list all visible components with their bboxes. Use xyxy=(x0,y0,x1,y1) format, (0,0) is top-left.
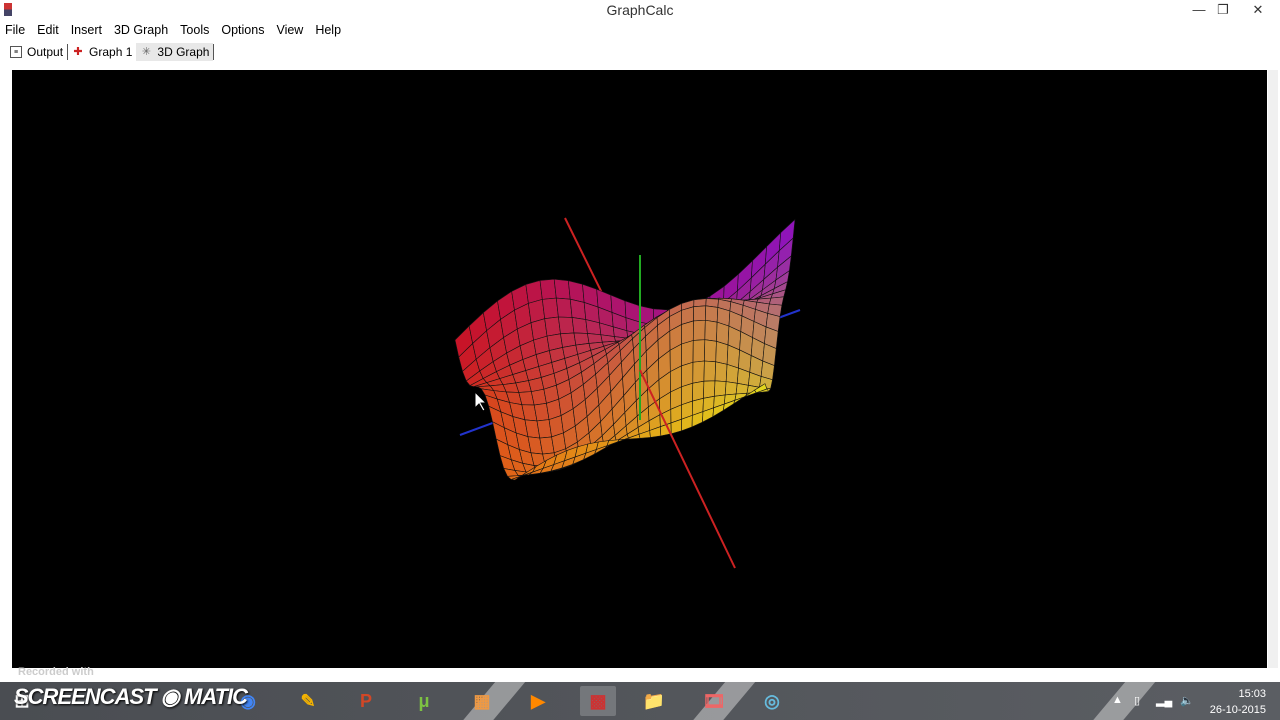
mouse-cursor-icon xyxy=(474,390,488,412)
tab-3d-graph[interactable]: ✳ 3D Graph xyxy=(136,43,214,61)
menu-bar: File Edit Insert 3D Graph Tools Options … xyxy=(0,20,348,40)
surface-cell xyxy=(703,380,716,399)
file-explorer-icon[interactable]: 📁 xyxy=(636,686,672,716)
tab-bar: ≡ Output ✚ Graph 1 ✳ 3D Graph xyxy=(6,42,215,62)
screencast-o-matic-logo: SCREENCAST ◉ MATIC xyxy=(14,684,248,709)
menu-tools[interactable]: Tools xyxy=(175,20,216,40)
surface-cell xyxy=(715,340,729,365)
show-hidden-icons[interactable]: ▲ xyxy=(1112,694,1123,706)
vertical-scrollbar[interactable] xyxy=(1268,70,1278,668)
movie-maker-icon[interactable]: 🎞 xyxy=(696,686,732,716)
clock-date: 26-10-2015 xyxy=(1209,704,1266,716)
menu-file[interactable]: File xyxy=(0,20,32,40)
surface-cell xyxy=(692,339,706,363)
menu-options[interactable]: Options xyxy=(216,20,271,40)
output-icon: ≡ xyxy=(10,46,22,58)
surface-cell xyxy=(705,305,719,323)
title-bar: GraphCalc — ❐ ✕ xyxy=(0,0,1280,20)
surface-cell xyxy=(681,320,694,345)
battery-icon[interactable]: ▯ xyxy=(1134,694,1140,707)
surface-cell xyxy=(606,439,620,447)
surface-cell xyxy=(542,297,559,320)
restore-button[interactable]: ❐ xyxy=(1210,0,1236,20)
surface-cell xyxy=(558,316,575,335)
volume-icon[interactable]: 🔈 xyxy=(1180,694,1194,707)
tab-output[interactable]: ≡ Output xyxy=(6,43,67,61)
3d-surface-plot[interactable] xyxy=(12,70,1267,668)
surface-cell xyxy=(553,278,571,300)
clock-time: 15:03 xyxy=(1238,688,1266,700)
surface-cell xyxy=(714,361,728,382)
menu-help[interactable]: Help xyxy=(310,20,348,40)
surface-cell xyxy=(539,278,557,300)
network-icon[interactable]: ▂▄ xyxy=(1156,694,1172,707)
surface-cell xyxy=(725,363,739,384)
app-icon xyxy=(4,3,12,16)
surface-cell xyxy=(571,317,588,334)
menu-insert[interactable]: Insert xyxy=(66,20,109,40)
surface-cell xyxy=(704,319,718,342)
surface-cell xyxy=(692,319,706,341)
tab-label: Output xyxy=(27,45,64,59)
surface-cell xyxy=(544,316,561,337)
surface-cell xyxy=(555,297,573,318)
utorrent-icon[interactable]: μ xyxy=(406,686,442,716)
surface-cell xyxy=(716,321,730,346)
surface-cell xyxy=(703,360,717,382)
3d-graph-icon: ✳ xyxy=(141,46,151,58)
window-title: GraphCalc xyxy=(606,2,674,18)
circle-app-icon[interactable]: ◎ xyxy=(754,686,790,716)
menu-view[interactable]: View xyxy=(271,20,310,40)
surface-cell xyxy=(681,340,694,367)
surface-cell xyxy=(692,380,705,402)
minimize-button[interactable]: — xyxy=(1186,0,1212,20)
surface-cell xyxy=(681,361,694,388)
surface-cell xyxy=(693,298,707,308)
graphcalc-taskbar-icon[interactable]: ▩ xyxy=(580,686,616,716)
recorded-with-label: Recorded with xyxy=(18,666,94,678)
surface-cell xyxy=(704,339,717,363)
menu-edit[interactable]: Edit xyxy=(32,20,66,40)
surface-cell xyxy=(692,360,705,384)
surface-cell xyxy=(724,381,738,396)
divider xyxy=(213,44,215,60)
menu-3d-graph[interactable]: 3D Graph xyxy=(109,20,175,40)
surface-cell xyxy=(735,382,749,395)
close-button[interactable]: ✕ xyxy=(1238,0,1278,20)
system-clock[interactable]: 15:03 26-10-2015 xyxy=(1210,686,1266,718)
3d-graph-canvas[interactable] xyxy=(12,70,1267,668)
sketch-app-icon[interactable]: ✎ xyxy=(290,686,326,716)
surface-cell xyxy=(693,305,707,322)
tab-graph-1[interactable]: ✚ Graph 1 xyxy=(68,43,136,61)
surface-cell xyxy=(714,380,727,397)
apps-grid-icon[interactable]: ▦ xyxy=(464,686,500,716)
graph-icon: ✚ xyxy=(73,46,83,58)
powerpoint-icon[interactable]: P xyxy=(348,686,384,716)
surface-cell xyxy=(587,333,603,344)
surface-cell xyxy=(569,298,587,320)
tab-label: Graph 1 xyxy=(89,45,133,59)
surface-cell xyxy=(573,332,590,346)
tab-label: 3D Graph xyxy=(157,45,210,59)
media-player-icon[interactable]: ▶ xyxy=(520,686,556,716)
